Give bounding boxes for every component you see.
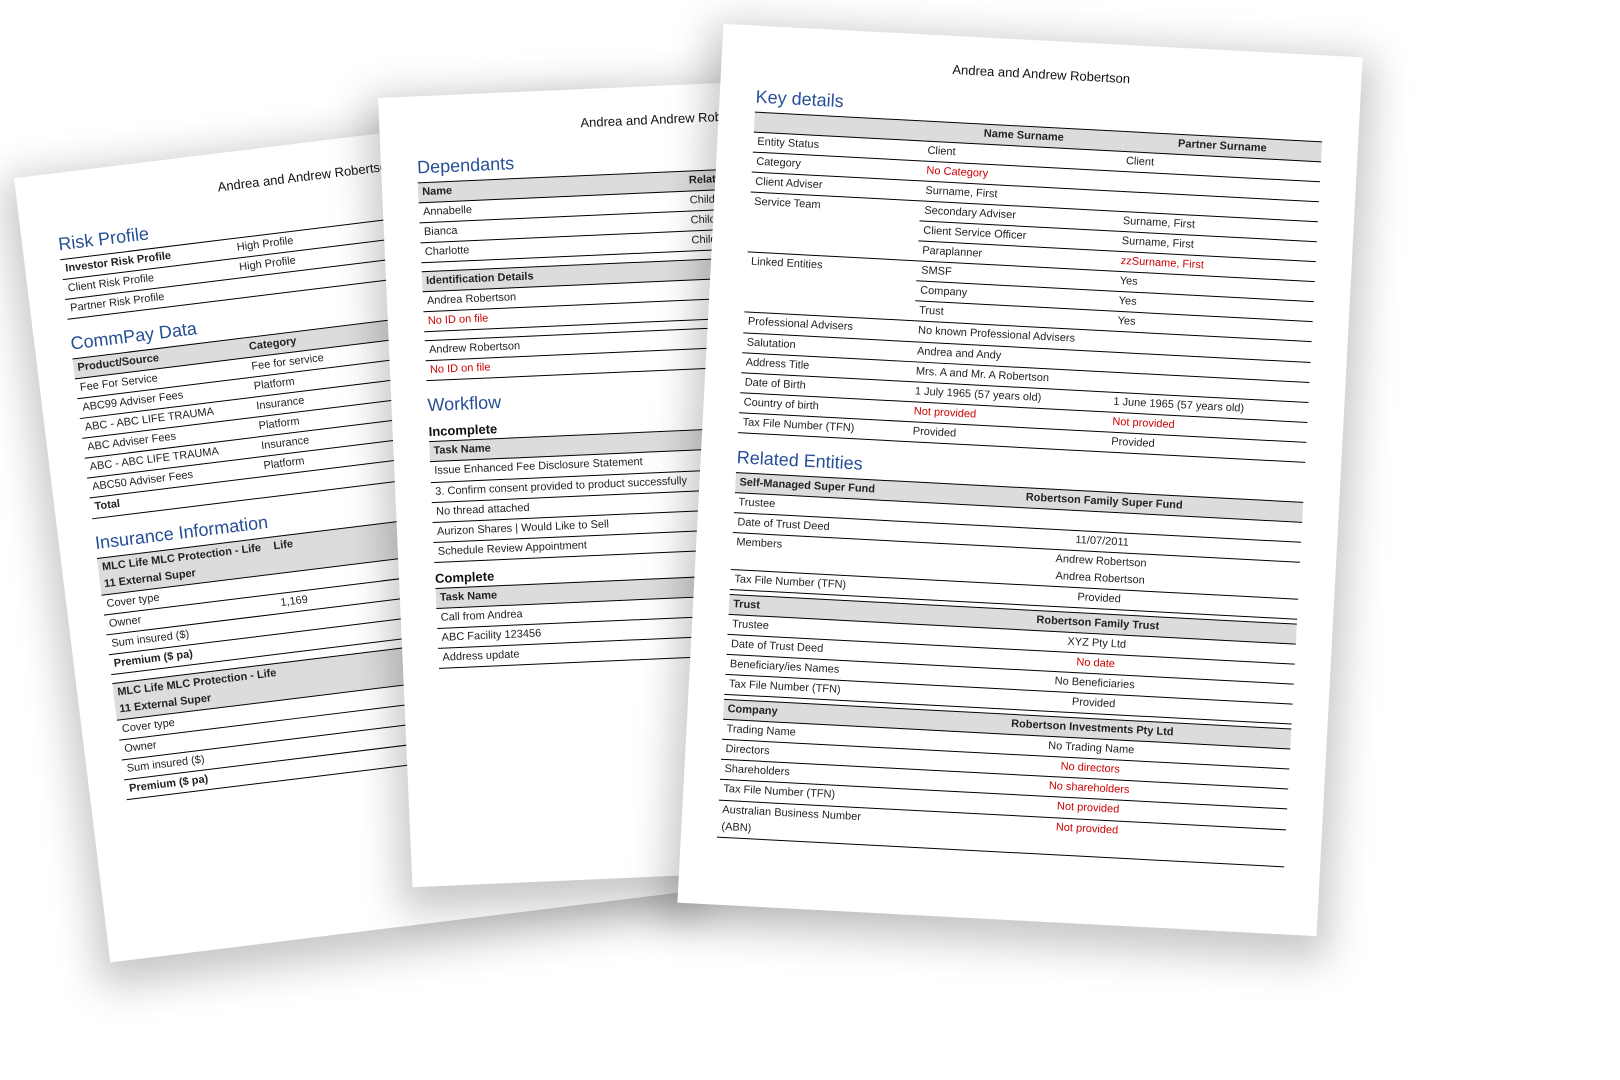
- company-table: CompanyRobertson Investments Pty Ltd Tra…: [717, 699, 1291, 867]
- document-page-3: Andrea and Andrew Robertson Key details …: [677, 24, 1362, 936]
- keydetails-table: Name SurnamePartner Surname Entity Statu…: [738, 112, 1322, 463]
- page-title: Andrea and Andrew Robertson: [757, 52, 1325, 97]
